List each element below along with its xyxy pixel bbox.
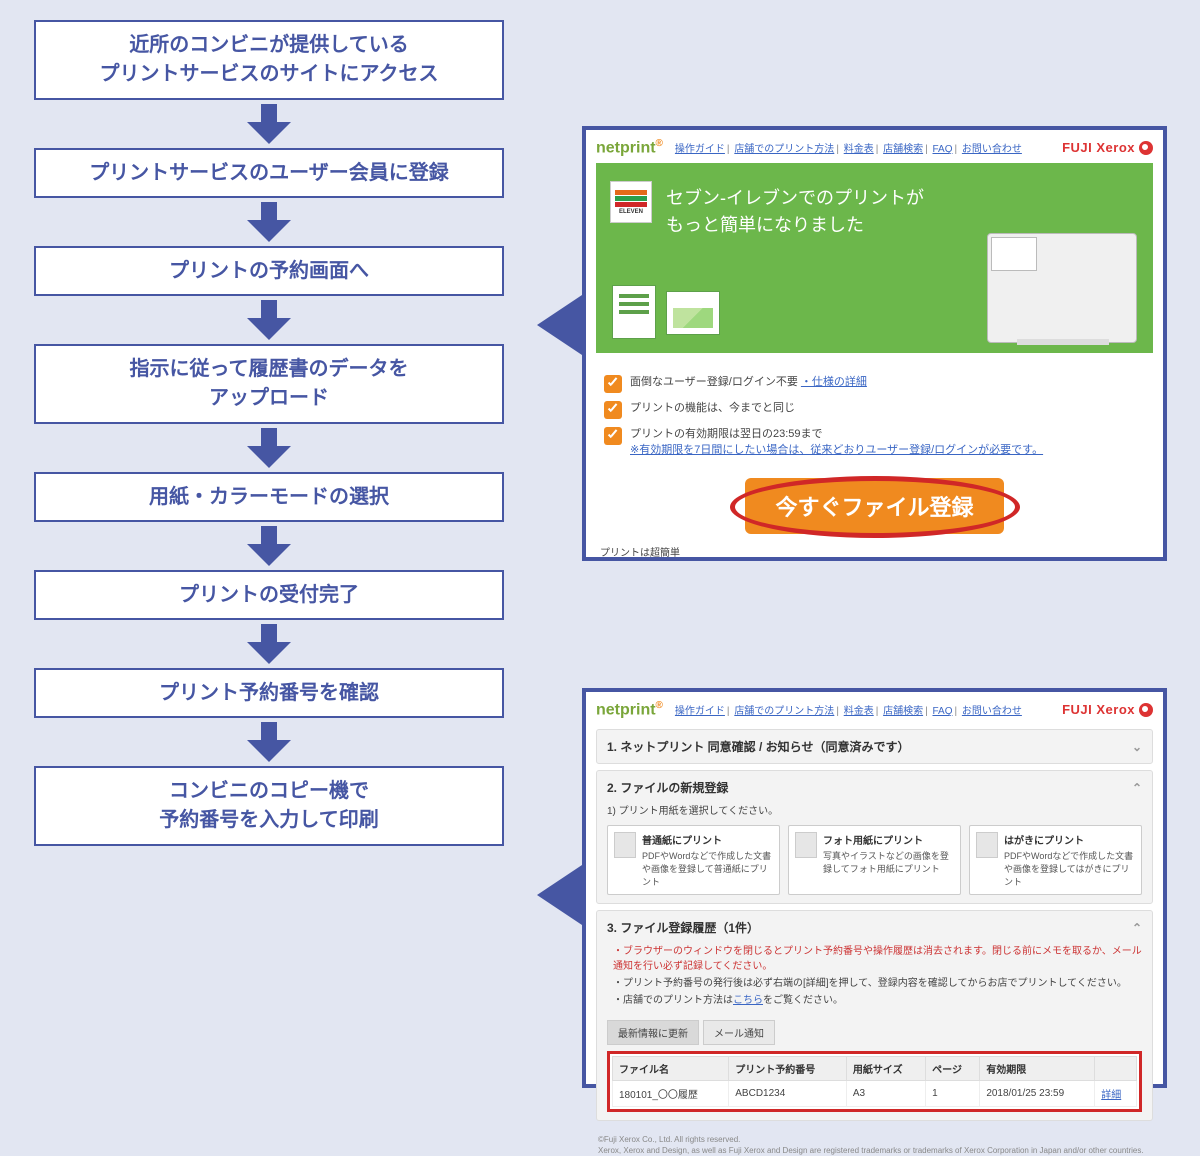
th-size: 用紙サイズ: [846, 1057, 925, 1081]
step-5: 用紙・カラーモードの選択: [34, 472, 504, 522]
th-filename: ファイル名: [613, 1057, 729, 1081]
fujixerox-logo: FUJI Xerox: [1062, 140, 1153, 155]
th-pages: ページ: [926, 1057, 980, 1081]
panel-title: 3. ファイル登録履歴（1件）: [607, 919, 759, 936]
collapse-icon[interactable]: ⌃: [1132, 781, 1142, 795]
flow-column: 近所のコンビニが提供しているプリントサービスのサイトにアクセス プリントサービス…: [34, 20, 504, 846]
paper-option-postcard[interactable]: はがきにプリントPDFやWordなどで作成した文書や画像を登録してはがきにプリン…: [969, 825, 1142, 895]
photo-icon: [666, 291, 720, 335]
arrow-icon: [34, 300, 504, 340]
panel-new-file: 2. ファイルの新規登録 ⌃ 1) プリント用紙を選択してください。 普通紙にプリ…: [596, 770, 1153, 904]
paper-icon: [795, 832, 817, 858]
nav-link[interactable]: 店舗でのプリント方法: [734, 706, 834, 717]
arrow-icon: [34, 202, 504, 242]
nav-link[interactable]: 店舗でのプリント方法: [734, 144, 834, 155]
checkmark-icon: [604, 401, 622, 419]
step-text: 用紙・カラーモードの選択: [149, 483, 389, 512]
step-text: プリントの予約画面へ: [169, 257, 369, 286]
step-2: プリントサービスのユーザー会員に登録: [34, 148, 504, 198]
checkmark-icon: [604, 375, 622, 393]
detail-link[interactable]: 詳細: [1101, 1090, 1121, 1101]
th-action: [1095, 1057, 1137, 1081]
fujixerox-logo: FUJI Xerox: [1062, 702, 1153, 717]
panel-history: 3. ファイル登録履歴（1件） ⌃ ・ブラウザーのウィンドウを閉じるとプリント予約…: [596, 910, 1153, 1121]
nav-link[interactable]: 操作ガイド: [675, 706, 725, 717]
document-icon: [612, 285, 656, 339]
feature-text: 面倒なユーザー登録/ログイン不要: [630, 376, 798, 388]
nav-link[interactable]: 店舗検索: [883, 706, 923, 717]
screenshot-netprint-register: netprint® 操作ガイド| 店舗でのプリント方法| 料金表| 店舗検索| …: [582, 688, 1167, 1088]
logo-ball-icon: [1139, 141, 1153, 155]
nav-link[interactable]: FAQ: [932, 706, 952, 717]
step-text: プリントの受付完了: [179, 581, 359, 610]
here-link[interactable]: こちら: [733, 995, 763, 1006]
step-7: プリント予約番号を確認: [34, 668, 504, 718]
printer-illustration-icon: [927, 203, 1137, 343]
paper-option-plain[interactable]: 普通紙にプリントPDFやWordなどで作成した文書や画像を登録して普通紙にプリン…: [607, 825, 780, 895]
th-expiry: 有効期限: [980, 1057, 1095, 1081]
logo-ball-icon: [1139, 703, 1153, 717]
highlight-circle-icon: [730, 476, 1020, 538]
reservation-table-highlight: ファイル名 プリント予約番号 用紙サイズ ページ 有効期限 180101_〇〇履…: [607, 1051, 1142, 1112]
paper-icon: [614, 832, 636, 858]
top-nav[interactable]: 操作ガイド| 店舗でのプリント方法| 料金表| 店舗検索| FAQ| お問い合わ…: [675, 702, 1022, 717]
step-3: プリントの予約画面へ: [34, 246, 504, 296]
collapse-icon[interactable]: ⌃: [1132, 921, 1142, 935]
checkmark-icon: [604, 427, 622, 445]
arrow-icon: [34, 428, 504, 468]
arrow-icon: [34, 104, 504, 144]
top-nav[interactable]: 操作ガイド| 店舗でのプリント方法| 料金表| 店舗検索| FAQ| お問い合わ…: [675, 140, 1022, 155]
callout-arrow-icon: [537, 865, 582, 925]
tab-mail[interactable]: メール通知: [703, 1020, 775, 1045]
feature-link[interactable]: ※有効期限を7日間にしたい場合は、従来どおりユーザー登録/ログインが必要です。: [630, 444, 1043, 456]
nav-link[interactable]: 料金表: [844, 144, 874, 155]
step-text: プリントサービスのユーザー会員に登録: [89, 159, 449, 188]
hero-banner: ELEVEN セブン‐イレブンでのプリントが もっと簡単になりました: [596, 163, 1153, 353]
step-1: 近所のコンビニが提供しているプリントサービスのサイトにアクセス: [34, 20, 504, 100]
nav-link[interactable]: 店舗検索: [883, 144, 923, 155]
tab-refresh[interactable]: 最新情報に更新: [607, 1020, 699, 1045]
nav-link[interactable]: お問い合わせ: [962, 706, 1022, 717]
panel-title: 2. ファイルの新規登録: [607, 779, 728, 796]
step-6: プリントの受付完了: [34, 570, 504, 620]
step-text: コンビニのコピー機で予約番号を入力して印刷: [159, 777, 378, 835]
paper-option-photo[interactable]: フォト用紙にプリント写真やイラストなどの画像を登録してフォト用紙にプリント: [788, 825, 961, 895]
callout-arrow-icon: [537, 295, 582, 355]
step-8: コンビニのコピー機で予約番号を入力して印刷: [34, 766, 504, 846]
copyright: ©Fuji Xerox Co., Ltd. All rights reserve…: [596, 1127, 1153, 1156]
arrow-icon: [34, 526, 504, 566]
th-reservation: プリント予約番号: [729, 1057, 847, 1081]
step-text: 近所のコンビニが提供しているプリントサービスのサイトにアクセス: [100, 31, 439, 89]
seven-eleven-icon: ELEVEN: [610, 181, 652, 223]
screenshot-netprint-top: netprint® 操作ガイド| 店舗でのプリント方法| 料金表| 店舗検索| …: [582, 126, 1167, 561]
panel-title: 1. ネットプリント 同意確認 / お知らせ（同意済みです）: [607, 738, 909, 755]
feature-text: プリントの有効期限は翌日の23:59まで: [630, 428, 823, 440]
paper-icon: [976, 832, 998, 858]
panel-subtitle: 1) プリント用紙を選択してください。: [607, 802, 1142, 817]
nav-link[interactable]: 操作ガイド: [675, 144, 725, 155]
notice-list: ・ブラウザーのウィンドウを閉じるとプリント予約番号や操作履歴は消去されます。閉じ…: [607, 936, 1142, 1014]
reservation-table: ファイル名 プリント予約番号 用紙サイズ ページ 有効期限 180101_〇〇履…: [612, 1056, 1137, 1107]
step-text: 指示に従って履歴書のデータをアップロード: [130, 355, 409, 413]
nav-link[interactable]: お問い合わせ: [962, 144, 1022, 155]
step-4: 指示に従って履歴書のデータをアップロード: [34, 344, 504, 424]
arrow-icon: [34, 624, 504, 664]
feature-list: 面倒なユーザー登録/ログイン不要 ・仕様の詳細 プリントの機能は、今までと同じ …: [586, 361, 1163, 472]
netprint-logo: netprint®: [596, 700, 663, 719]
feature-text: プリントの機能は、今までと同じ: [630, 401, 795, 416]
feature-link[interactable]: ・仕様の詳細: [801, 376, 867, 388]
panel-consent: 1. ネットプリント 同意確認 / お知らせ（同意済みです） ⌄: [596, 729, 1153, 764]
arrow-icon: [34, 722, 504, 762]
nav-link[interactable]: FAQ: [932, 144, 952, 155]
nav-link[interactable]: 料金表: [844, 706, 874, 717]
step-text: プリント予約番号を確認: [159, 679, 379, 708]
netprint-logo: netprint®: [596, 138, 663, 157]
collapse-icon[interactable]: ⌄: [1132, 740, 1142, 754]
